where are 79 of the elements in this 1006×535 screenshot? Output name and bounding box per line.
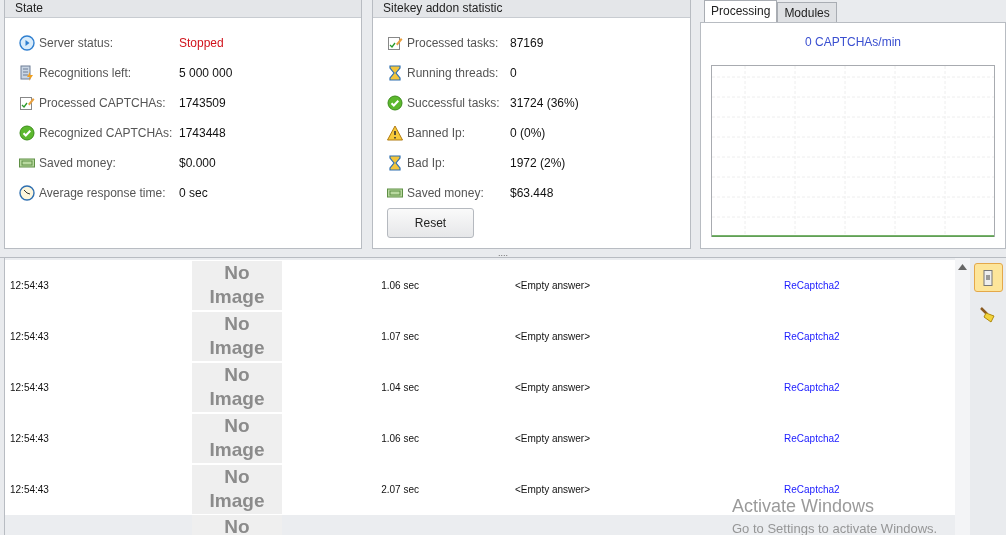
no-image-text: No Image — [208, 363, 266, 411]
rate-text: 0 CAPTCHAs/min — [805, 35, 901, 51]
no-image-text: No — [223, 515, 251, 535]
check-icon — [19, 125, 35, 141]
stat-label: Processed tasks: — [407, 36, 500, 50]
answer-cell: <Empty answer> — [515, 382, 591, 393]
stat-label: Processed CAPTCHAs: — [39, 96, 167, 110]
duration-cell: 1.06 sec — [381, 433, 419, 444]
no-image-text: No Image — [208, 312, 266, 360]
log-row[interactable]: 12:54:43 No Image 1.06 sec <Empty answer> ReCaptcha2 — [5, 413, 955, 464]
hourglass-icon — [387, 65, 403, 81]
log-row[interactable]: 12:54:43 No Image 1.07 sec <Empty answer> ReCaptcha2 — [5, 311, 955, 362]
pencil-document-icon — [387, 35, 403, 51]
banknote-icon — [387, 185, 403, 201]
stat-value: 0 — [510, 66, 517, 80]
no-image-text: No Image — [208, 414, 266, 462]
stat-value: $63.448 — [510, 186, 554, 200]
stat-label: Saved money: — [39, 156, 117, 170]
warning-icon — [387, 125, 403, 141]
captcha-type-link[interactable]: ReCaptcha2 — [784, 484, 840, 495]
stat-label: Banned Ip: — [407, 126, 467, 140]
log-row[interactable]: 12:54:43 No Image 1.04 sec <Empty answer> ReCaptcha2 — [5, 362, 955, 413]
document-icon — [19, 65, 35, 81]
stat-value: 1972 (2%) — [510, 156, 566, 170]
captcha-type-link[interactable]: ReCaptcha2 — [784, 331, 840, 342]
stat-value: Stopped — [179, 36, 224, 50]
stat-label: Bad Ip: — [407, 156, 447, 170]
captcha-type-link[interactable]: ReCaptcha2 — [784, 382, 840, 393]
stat-label: Recognitions left: — [39, 66, 133, 80]
no-image-text: No Image — [208, 465, 266, 513]
clock-icon — [19, 185, 35, 201]
scrollbar-icon — [983, 269, 993, 286]
pencil-document-icon — [19, 95, 35, 111]
duration-cell: 1.04 sec — [381, 382, 419, 393]
time-cell: 12:54:43 — [10, 433, 49, 444]
activation-subtitle: Go to Settings to activate Windows. — [732, 521, 938, 535]
stat-value: $0.000 — [179, 156, 216, 170]
stat-label: Recognized CAPTCHAs: — [39, 126, 174, 140]
stat-value: 1743448 — [179, 126, 226, 140]
tab[interactable]: Modules — [777, 2, 837, 22]
captcha-type-link[interactable]: ReCaptcha2 — [784, 280, 840, 291]
stat-value: 1743509 — [179, 96, 226, 110]
check-icon — [387, 95, 403, 111]
stat-value: 87169 — [510, 36, 544, 50]
activation-title: Activate Windows — [732, 496, 876, 517]
time-cell: 12:54:43 — [10, 331, 49, 342]
hourglass-icon — [387, 155, 403, 171]
scroll-up-icon[interactable] — [958, 264, 967, 270]
stat-label: Saved money: — [407, 186, 485, 200]
answer-cell: <Empty answer> — [515, 484, 591, 495]
stat-label: Server status: — [39, 36, 115, 50]
banknote-icon — [19, 155, 35, 171]
time-cell: 12:54:43 — [10, 484, 49, 495]
answer-cell: <Empty answer> — [515, 331, 591, 342]
duration-cell: 2.07 sec — [381, 484, 419, 495]
stat-value: 0 (0%) — [510, 126, 546, 140]
duration-cell: 1.07 sec — [381, 331, 419, 342]
duration-cell: 1.06 sec — [381, 280, 419, 291]
captcha-type-link[interactable]: ReCaptcha2 — [784, 433, 840, 444]
stat-label: Running threads: — [407, 66, 500, 80]
stat-value: 5 000 000 — [179, 66, 233, 80]
time-cell: 12:54:43 — [10, 382, 49, 393]
stat-value: 0 sec — [179, 186, 208, 200]
broom-icon — [979, 305, 997, 324]
play-icon — [19, 35, 35, 51]
log-row[interactable]: 12:54:43 No Image 1.06 sec <Empty answer> ReCaptcha2 — [5, 260, 955, 311]
answer-cell: <Empty answer> — [515, 280, 591, 291]
stat-value: 31724 (36%) — [510, 96, 579, 110]
answer-cell: <Empty answer> — [515, 433, 591, 444]
stat-label: Average response time: — [39, 186, 167, 200]
autoscroll-button[interactable] — [973, 263, 1003, 292]
reset-button[interactable]: Reset — [387, 208, 474, 238]
time-cell: 12:54:43 — [10, 280, 49, 291]
stat-label: Successful tasks: — [407, 96, 501, 110]
panel-title: State — [5, 0, 361, 18]
no-image-text: No Image — [208, 261, 266, 309]
panel-title: Sitekey addon statistic — [373, 0, 690, 18]
tab[interactable]: Processing — [704, 0, 778, 22]
splitter-grip[interactable]: .... — [498, 249, 508, 257]
